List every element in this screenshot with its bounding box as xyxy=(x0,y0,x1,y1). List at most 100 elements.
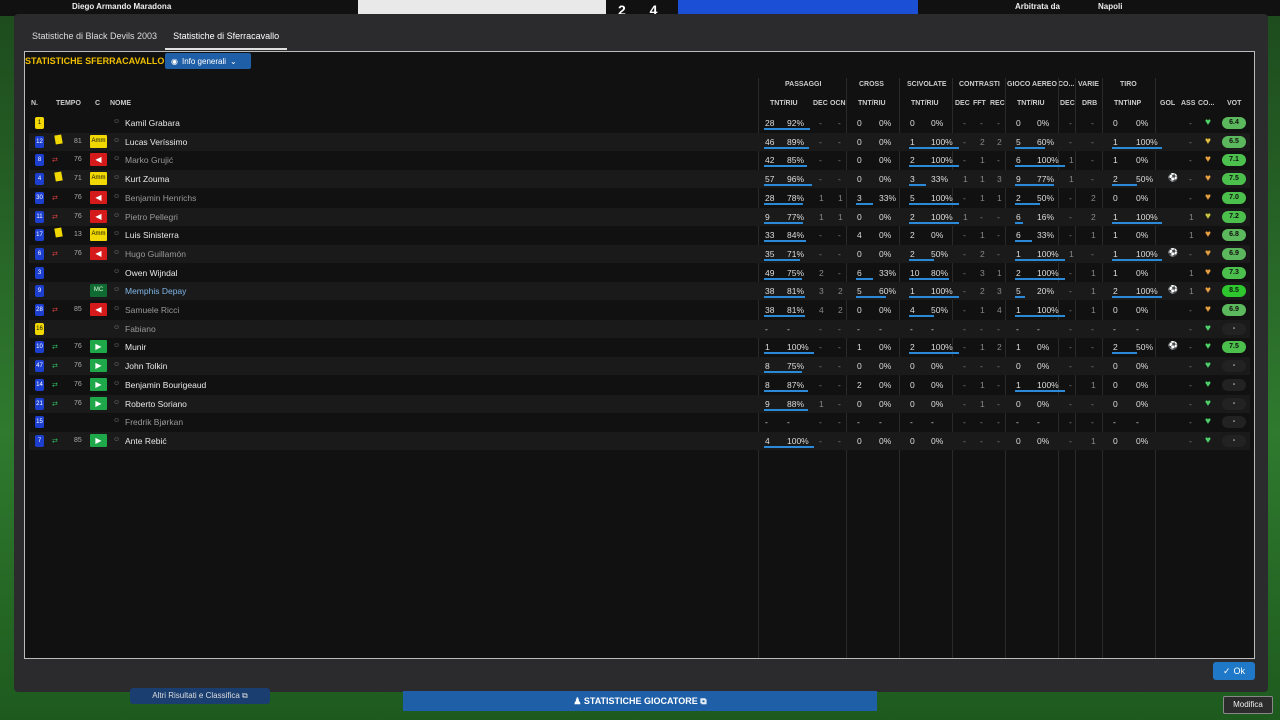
player-name[interactable]: Kurt Zouma xyxy=(125,174,169,184)
contrasti-rec: - xyxy=(997,211,1000,222)
col-cross-tnt[interactable]: TNT/RIU xyxy=(858,100,886,107)
table-row[interactable]: 17 13 Amm ☺ Luis Sinisterra 33 84% 4 0% 2 0% 6 33% 1 0… xyxy=(29,226,1250,244)
table-row[interactable]: 3 ☺ Owen Wijndal 49 75% 6 33% 10 80% 2 100% 1 0% 2 - - 3… xyxy=(29,264,1250,282)
table-row[interactable]: 30 ⇄ 76 ◀ ☺ Benjamin Henrichs 28 78% 3 33% 5 100% 2 5… xyxy=(29,189,1250,207)
player-name[interactable]: Benjamin Bourigeaud xyxy=(125,380,206,390)
shots-success-rate: 0% xyxy=(1136,192,1149,203)
col-cond[interactable]: CO... xyxy=(1198,100,1214,107)
player-name[interactable]: Pietro Pellegri xyxy=(125,212,178,222)
col-pass-ocn[interactable]: OCN xyxy=(830,100,846,107)
table-row[interactable]: 28 ⇄ 85 ◀ ☺ Samuele Ricci 38 81% 0 0% 4 50% 1 100% 0 0%… xyxy=(29,301,1250,319)
ok-button[interactable]: ✓ Ok xyxy=(1213,662,1255,680)
table-row[interactable]: 4 71 Amm ☺ Kurt Zouma 57 96% 0 0% 3 33% 9 77% 2 50% - - 1… xyxy=(29,170,1250,189)
event-minute: 13 xyxy=(74,231,82,239)
player-name[interactable]: Kamil Grabara xyxy=(125,118,180,128)
sub-out-icon: ⇄ xyxy=(52,213,58,221)
view-dropdown[interactable]: ◉ Info generali ⌄ xyxy=(165,53,251,69)
col-pass-tnt[interactable]: TNT/RIU xyxy=(770,100,798,107)
table-row[interactable]: 15 ☺ Fredrik Bjørkan - - - - - - - - - - - - - - - - - - ♥ - xyxy=(29,413,1250,431)
tackles-success-rate: 50% xyxy=(931,305,949,315)
col-contr-dec[interactable]: DEC xyxy=(955,100,970,107)
pass-chances: - xyxy=(838,118,841,128)
table-row[interactable]: 21 ⇄ 76 ▶ ☺ Roberto Soriano 9 88% 0 0% 0 0% 0 0% 0 0% 1 -… xyxy=(29,394,1250,413)
headers-success-rate: - xyxy=(1037,417,1040,428)
match-rating: 7.5 xyxy=(1222,173,1246,186)
col-vot[interactable]: VOT xyxy=(1227,100,1241,107)
status-badge: Amm xyxy=(90,134,107,148)
crosses-success-bar xyxy=(856,277,873,280)
col-varie-drb[interactable]: DRB xyxy=(1082,100,1097,107)
modifica-button[interactable]: Modifica xyxy=(1223,696,1273,714)
col-aereo-tnt[interactable]: TNT/RIU xyxy=(1017,100,1045,107)
player-name[interactable]: Fabiano xyxy=(125,324,156,334)
crosses-success-rate: 33% xyxy=(879,267,897,278)
player-name[interactable]: Benjamin Henrichs xyxy=(125,193,196,203)
col-c[interactable]: C xyxy=(95,100,100,107)
col-contr-rec[interactable]: REC xyxy=(990,100,1005,107)
person-icon: ☺ xyxy=(113,230,121,238)
header-co: CO... xyxy=(1058,81,1075,88)
player-name[interactable]: John Tolkin xyxy=(125,361,167,371)
co-dec: - xyxy=(1069,230,1072,241)
player-name[interactable]: Samuele Ricci xyxy=(125,305,179,315)
col-gol[interactable]: GOL xyxy=(1160,100,1175,107)
table-row[interactable]: 16 ☺ Fabiano - - - - - - - - - - - - - - - - - - ♥ - xyxy=(29,319,1250,338)
pass-chances: - xyxy=(838,155,841,166)
table-row[interactable]: 9 MC ☺ Memphis Depay 38 81% 5 60% 1 100% 5 20% 2 100%… xyxy=(29,282,1250,301)
team-tabs: Statistiche di Black Devils 2003 Statist… xyxy=(24,24,288,50)
player-name[interactable]: Hugo Guillamón xyxy=(125,249,186,259)
pass-decisive: - xyxy=(819,155,822,166)
table-row[interactable]: 1 ☺ Kamil Grabara 28 92% 0 0% 0 0% 0 0% 0 0% - - - - - - - -… xyxy=(29,114,1250,132)
player-name[interactable]: Roberto Soriano xyxy=(125,399,187,409)
col-co-dec[interactable]: DEC xyxy=(1060,100,1075,107)
headers-success-bar xyxy=(1015,277,1065,280)
assists: - xyxy=(1189,398,1192,409)
col-tiro-tnt[interactable]: TNT\INP xyxy=(1114,100,1141,107)
statistiche-giocatore-button[interactable]: ♟ STATISTICHE GIOCATORE ⧉ xyxy=(403,691,877,711)
col-contr-fft[interactable]: FFT xyxy=(973,100,986,107)
player-name[interactable]: Memphis Depay xyxy=(125,286,186,296)
goal-ball-icon: ⚽ xyxy=(1168,285,1178,295)
col-nome[interactable]: NOME xyxy=(110,100,131,107)
player-name[interactable]: Marko Grujić xyxy=(125,155,173,165)
tackles-attempts: 2 xyxy=(910,230,915,241)
player-name[interactable]: Luis Sinisterra xyxy=(125,230,179,240)
headers-attempts: 2 xyxy=(1016,267,1021,278)
table-row[interactable]: 12 81 Amm ☺ Lucas Veríssimo 46 89% 0 0% 1 100% 5 60%… xyxy=(29,132,1250,151)
altri-risultati-button[interactable]: Altri Risultati e Classifica ⧉ xyxy=(130,688,270,704)
player-name[interactable]: Fredrik Bjørkan xyxy=(125,417,183,427)
tab-sferracavallo[interactable]: Statistiche di Sferracavallo xyxy=(165,24,288,50)
table-row[interactable]: 10 ⇄ 76 ▶ ☺ Munir 1 100% 1 0% 2 100% 1 0% 2 50% - - - 1 2 - - -… xyxy=(29,338,1250,356)
col-pass-dec[interactable]: DEC xyxy=(813,100,828,107)
tackles-attempts: 0 xyxy=(910,435,915,446)
tab-black-devils[interactable]: Statistiche di Black Devils 2003 xyxy=(24,24,165,50)
player-name[interactable]: Munir xyxy=(125,342,146,352)
sub-in-icon: ⇄ xyxy=(52,344,58,352)
tackles-success-bar xyxy=(909,146,959,149)
table-row[interactable]: 6 ⇄ 76 ◀ ☺ Hugo Guillamón 35 71% 0 0% 2 50% 1 100% 1 10… xyxy=(29,244,1250,263)
table-row[interactable]: 11 ⇄ 76 ◀ ☺ Pietro Pellegri 9 77% 0 0% 2 100% 6 16% 1 1… xyxy=(29,207,1250,226)
tackles-success-bar xyxy=(909,165,959,168)
player-name[interactable]: Owen Wijndal xyxy=(125,268,177,278)
col-sciv-tnt[interactable]: TNT/RIU xyxy=(911,100,939,107)
col-tempo[interactable]: TEMPO xyxy=(56,100,81,107)
table-row[interactable]: 8 ⇄ 76 ◀ ☺ Marko Grujić 42 85% 0 0% 2 100% 6 100% 1 0% -… xyxy=(29,151,1250,169)
shots-success-rate: 100% xyxy=(1136,286,1158,297)
table-row[interactable]: 7 ⇄ 85 ▶ ☺ Ante Rebić 4 100% 0 0% 0 0% 0 0% 0 0% - - - - - - 1… xyxy=(29,431,1250,450)
shots-attempts: 2 xyxy=(1113,174,1118,185)
col-n[interactable]: N. xyxy=(31,100,38,107)
col-ass[interactable]: ASS xyxy=(1181,100,1195,107)
shots-success-bar xyxy=(1112,258,1162,261)
tackles-attempts: 10 xyxy=(910,267,920,278)
dribbles: - xyxy=(1091,323,1094,334)
player-name[interactable]: Ante Rebić xyxy=(125,436,167,446)
table-row[interactable]: 14 ⇄ 76 ▶ ☺ Benjamin Bourigeaud 8 87% 2 0% 0 0% 1 100… xyxy=(29,376,1250,394)
shirt-number: 8 xyxy=(35,154,44,167)
tackles-success-bar xyxy=(909,352,959,355)
player-name[interactable]: Lucas Veríssimo xyxy=(125,137,187,147)
tackles-success-rate: 100% xyxy=(931,136,953,147)
assists: - xyxy=(1189,323,1192,334)
table-row[interactable]: 47 ⇄ 76 ▶ ☺ John Tolkin 8 75% 0 0% 0 0% 0 0% 0 0% - - - - - -… xyxy=(29,357,1250,376)
headers-success-rate: 100% xyxy=(1037,155,1059,166)
pass-chances: - xyxy=(838,398,841,409)
